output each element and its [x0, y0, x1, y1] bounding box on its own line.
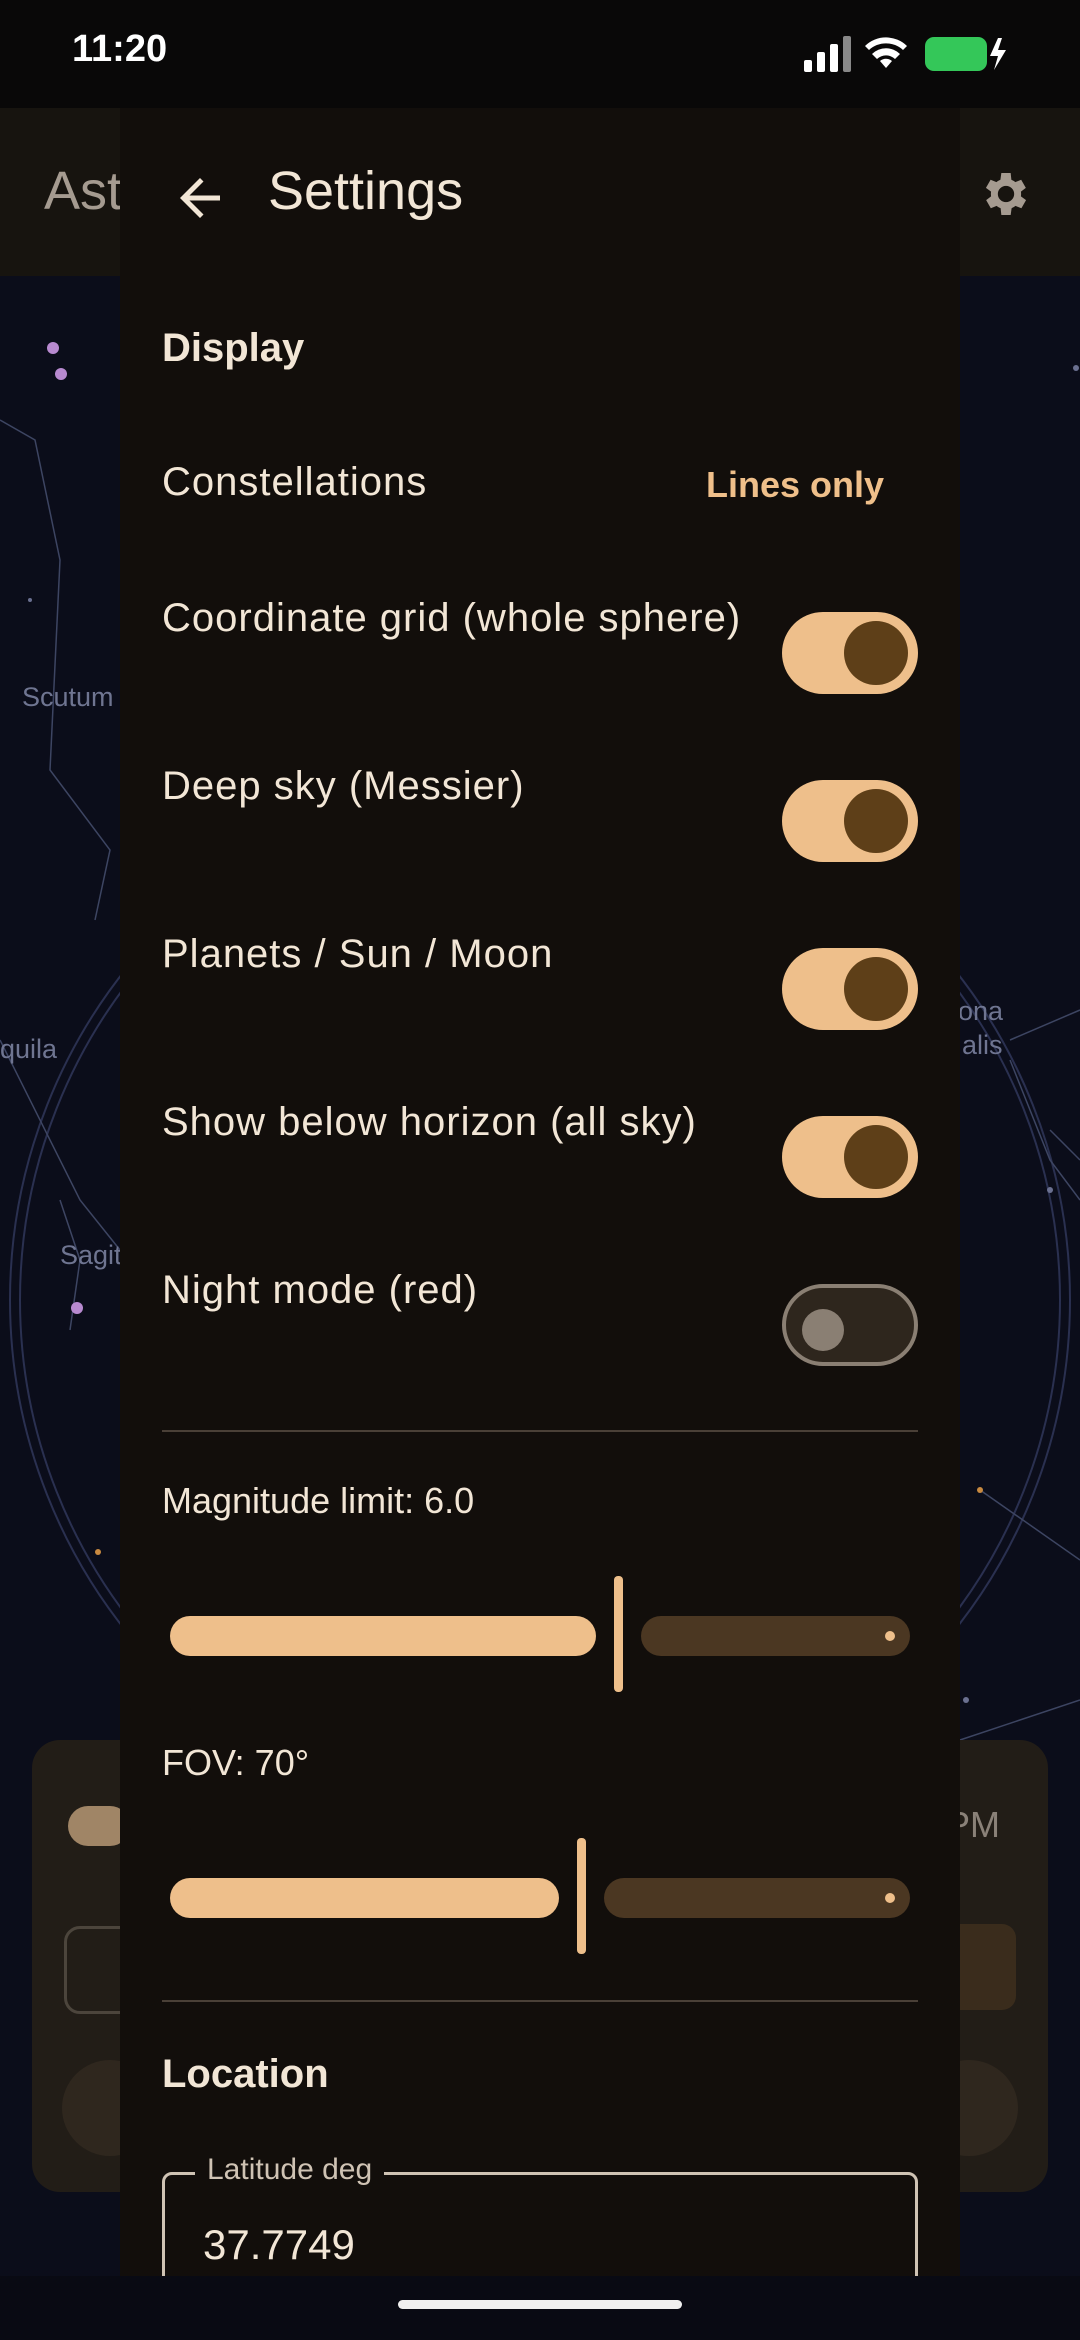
fov-label: FOV: 70° — [162, 1742, 310, 1783]
slider-stop-indicator — [885, 1631, 895, 1641]
background-app-title: Ast — [44, 161, 123, 221]
constellation-label: quila — [0, 1034, 58, 1064]
slider-active-track — [170, 1878, 559, 1918]
magnitude-limit-label: Magnitude limit: 6.0 — [162, 1480, 475, 1521]
coordinate-grid-switch[interactable] — [782, 612, 918, 694]
slider-stop-indicator — [885, 1893, 895, 1903]
latitude-input[interactable]: 37.7749 — [203, 2221, 355, 2269]
settings-gear-icon[interactable] — [978, 166, 1034, 222]
constellation-label: ona — [958, 996, 1004, 1026]
switch-knob — [844, 957, 908, 1021]
slider-handle[interactable] — [614, 1576, 623, 1692]
settings-sheet: Settings Display Constellations Lines on… — [120, 108, 960, 2276]
toggle-label: Planets / Sun / Moon — [162, 932, 554, 976]
slider-inactive-track — [604, 1878, 910, 1918]
switch-knob — [802, 1309, 844, 1351]
divider — [162, 2000, 918, 2002]
constellations-label: Constellations — [162, 460, 428, 504]
deep-sky-switch[interactable] — [782, 780, 918, 862]
toggle-label: Coordinate grid (whole sphere) — [162, 596, 742, 640]
fov-slider[interactable] — [162, 1838, 918, 1958]
latitude-field-label: Latitude deg — [195, 2153, 385, 2187]
section-location-heading: Location — [162, 2052, 329, 2096]
toggle-label: Deep sky (Messier) — [162, 764, 525, 808]
constellation-label: alis — [962, 1030, 1003, 1060]
constellation-label: Sagit — [60, 1240, 122, 1270]
page-title: Settings — [268, 161, 464, 221]
magnitude-limit-slider[interactable] — [162, 1576, 918, 1696]
constellation-label: Scutum — [22, 682, 114, 712]
slider-handle[interactable] — [577, 1838, 586, 1954]
constellations-value[interactable]: Lines only — [706, 464, 884, 506]
back-arrow-icon[interactable] — [170, 168, 230, 228]
switch-knob — [844, 789, 908, 853]
slider-inactive-track — [641, 1616, 910, 1656]
divider — [162, 1430, 918, 1432]
wifi-icon — [865, 37, 907, 68]
switch-knob — [844, 621, 908, 685]
toggle-label: Night mode (red) — [162, 1268, 479, 1312]
battery-charging-icon — [925, 37, 1006, 71]
switch-knob — [844, 1125, 908, 1189]
latitude-field[interactable]: Latitude deg 37.7749 — [162, 2153, 918, 2276]
toggle-label: Show below horizon (all sky) — [162, 1100, 697, 1144]
slider-active-track — [170, 1616, 596, 1656]
below-horizon-switch[interactable] — [782, 1116, 918, 1198]
cellular-signal-icon — [804, 36, 851, 72]
home-indicator[interactable] — [398, 2300, 682, 2309]
status-time: 11:20 — [72, 28, 168, 70]
planets-switch[interactable] — [782, 948, 918, 1030]
section-display-heading: Display — [162, 326, 305, 370]
status-bar: 11:20 — [0, 0, 1080, 108]
settings-header: Settings — [120, 108, 960, 276]
night-mode-switch[interactable] — [782, 1284, 918, 1366]
